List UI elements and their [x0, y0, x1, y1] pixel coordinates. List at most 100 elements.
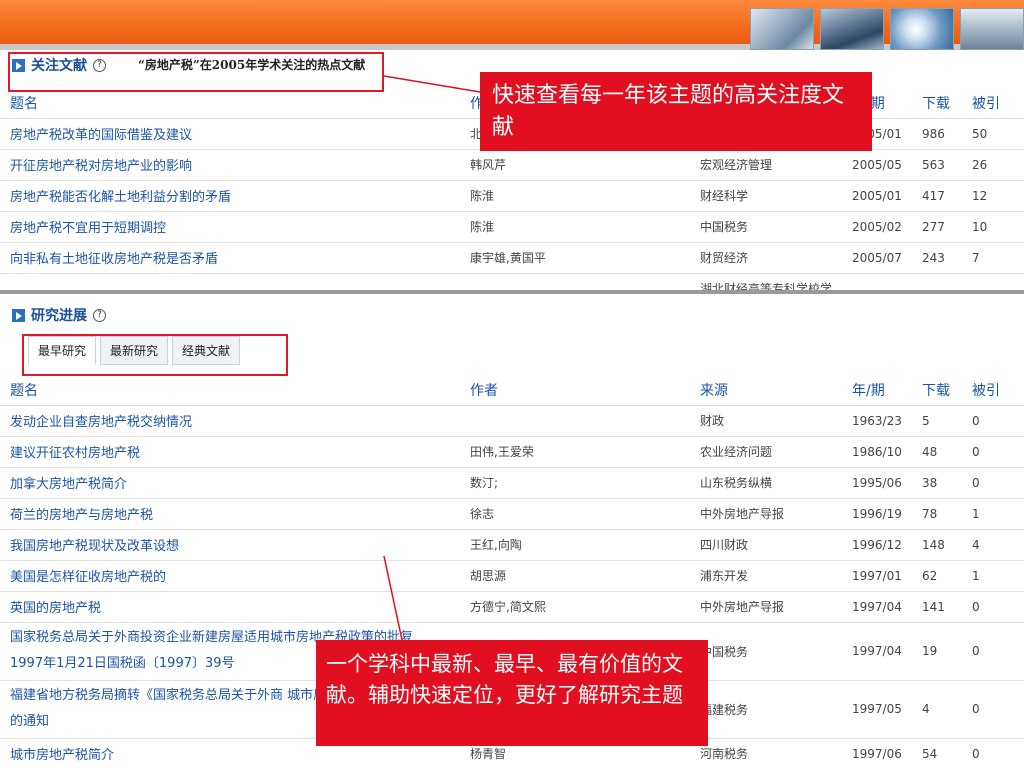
article-source[interactable]: 山东税务纵横: [690, 467, 842, 499]
article-author[interactable]: [460, 405, 690, 437]
article-downloads: 277: [912, 211, 962, 243]
help-icon[interactable]: ?: [93, 308, 106, 322]
article-date: 1997/04: [842, 591, 912, 623]
highlight-box-tabs: [22, 334, 288, 376]
article-author[interactable]: [460, 273, 690, 290]
article-title-link[interactable]: 发动企业自查房地产税交纳情况: [0, 405, 460, 437]
article-downloads: 4: [912, 680, 962, 739]
table-row: 发动企业自查房地产税交纳情况 财政 1963/23 5 0: [0, 405, 1024, 437]
article-date: 1997/04: [842, 622, 912, 681]
article-source[interactable]: 四川财政: [690, 529, 842, 561]
article-title-link[interactable]: 英国的房地产税: [0, 591, 460, 623]
article-title-link[interactable]: 建议开征农村房地产税: [0, 436, 460, 468]
article-author[interactable]: 陈淮: [460, 180, 690, 212]
article-title-link[interactable]: 房地产税能否化解土地利益分割的矛盾: [0, 180, 460, 212]
article-citations: 0: [962, 591, 1024, 623]
article-author[interactable]: 韩风芹: [460, 149, 690, 181]
keyboard-photo-thumbnail: [960, 8, 1024, 50]
table-row: 英国的房地产税 方德宁,简文熙 中外房地产导报 1997/04 141 0: [0, 591, 1024, 623]
article-title-link[interactable]: 我国房地产税现状及改革设想: [0, 529, 460, 561]
article-downloads: [912, 273, 962, 290]
article-author[interactable]: 数汀;: [460, 467, 690, 499]
column-header-downloads[interactable]: 下载: [912, 88, 962, 119]
column-header-citations[interactable]: 被引: [962, 375, 1024, 406]
article-author[interactable]: 胡思源: [460, 560, 690, 592]
article-downloads: 19: [912, 622, 962, 681]
table-header-row: 题名 作者 来源 年/期 下载 被引: [0, 375, 1024, 406]
article-source[interactable]: 浦东开发: [690, 560, 842, 592]
article-source[interactable]: 中外房地产导报: [690, 498, 842, 530]
world-map-thumbnail: [890, 8, 954, 50]
article-citations: 12: [962, 180, 1024, 212]
article-title-link[interactable]: 房地产税改革的国际借鉴及建议: [0, 118, 460, 150]
article-date: 1963/23: [842, 405, 912, 437]
table-row: 建议开征农村房地产税 田伟,王爱荣 农业经济问题 1986/10 48 0: [0, 436, 1024, 468]
article-downloads: 54: [912, 738, 962, 768]
article-citations: 26: [962, 149, 1024, 181]
article-author[interactable]: 陈淮: [460, 211, 690, 243]
article-date: 1986/10: [842, 436, 912, 468]
article-date: 1997/06: [842, 738, 912, 768]
article-date: 2005/07: [842, 242, 912, 274]
article-source[interactable]: 福建税务: [690, 680, 842, 739]
article-source[interactable]: 中国税务: [690, 211, 842, 243]
article-citations: 7: [962, 242, 1024, 274]
column-header-author[interactable]: 作者: [460, 375, 690, 406]
article-author[interactable]: 田伟,王爱荣: [460, 436, 690, 468]
article-title-link[interactable]: 美国是怎样征收房地产税的: [0, 560, 460, 592]
play-icon: [12, 308, 25, 322]
article-source[interactable]: 财经科学: [690, 180, 842, 212]
callout-hot-literature: 快速查看每一年该主题的高关注度文献: [480, 72, 872, 151]
article-title-link[interactable]: 向非私有土地征收房地产税是否矛盾: [0, 242, 460, 274]
column-header-downloads[interactable]: 下载: [912, 375, 962, 406]
table-row: 湖北财经高等专科学校学: [0, 273, 1024, 290]
article-date: 2005/02: [842, 211, 912, 243]
article-date: 1995/06: [842, 467, 912, 499]
article-title-link[interactable]: 房地产税不宜用于短期调控: [0, 211, 460, 243]
article-citations: 0: [962, 622, 1024, 681]
article-citations: 0: [962, 436, 1024, 468]
article-source[interactable]: 财贸经济: [690, 242, 842, 274]
research-progress-title: 研究进展: [31, 308, 87, 324]
article-author[interactable]: 康宇雄,黄国平: [460, 242, 690, 274]
article-source[interactable]: 财政: [690, 405, 842, 437]
column-header-title[interactable]: 题名: [0, 88, 460, 119]
article-date: 1997/05: [842, 680, 912, 739]
article-source[interactable]: 中外房地产导报: [690, 591, 842, 623]
banner-thumbnails: [750, 8, 1024, 50]
article-source[interactable]: 农业经济问题: [690, 436, 842, 468]
article-citations: 1: [962, 498, 1024, 530]
article-date: [842, 273, 912, 290]
article-title-link[interactable]: 开征房地产税对房地产业的影响: [0, 149, 460, 181]
article-citations: 0: [962, 405, 1024, 437]
column-header-title[interactable]: 题名: [0, 375, 460, 406]
article-downloads: 148: [912, 529, 962, 561]
article-date: 1996/19: [842, 498, 912, 530]
article-downloads: 563: [912, 149, 962, 181]
column-header-source[interactable]: 来源: [690, 375, 842, 406]
table-row: 开征房地产税对房地产业的影响 韩风芹 宏观经济管理 2005/05 563 26: [0, 149, 1024, 181]
table-row: 我国房地产税现状及改革设想 王红,向陶 四川财政 1996/12 148 4: [0, 529, 1024, 561]
article-citations: 4: [962, 529, 1024, 561]
column-header-date[interactable]: 年/期: [842, 375, 912, 406]
article-title-link[interactable]: 荷兰的房地产与房地产税: [0, 498, 460, 530]
article-source[interactable]: 湖北财经高等专科学校学: [690, 273, 842, 290]
article-citations: [962, 273, 1024, 290]
article-downloads: 5: [912, 405, 962, 437]
article-citations: 0: [962, 467, 1024, 499]
article-source[interactable]: 河南税务: [690, 738, 842, 768]
article-source[interactable]: 中国税务: [690, 622, 842, 681]
article-title-link[interactable]: 加拿大房地产税简介: [0, 467, 460, 499]
article-date: 2005/01: [842, 180, 912, 212]
article-author[interactable]: 王红,向陶: [460, 529, 690, 561]
table-row: 荷兰的房地产与房地产税 徐志 中外房地产导报 1996/19 78 1: [0, 498, 1024, 530]
article-source[interactable]: 宏观经济管理: [690, 149, 842, 181]
article-citations: 0: [962, 680, 1024, 739]
column-header-citations[interactable]: 被引: [962, 88, 1024, 119]
article-downloads: 417: [912, 180, 962, 212]
article-author[interactable]: 方德宁,简文熙: [460, 591, 690, 623]
article-title-link[interactable]: [0, 273, 460, 290]
article-author[interactable]: 徐志: [460, 498, 690, 530]
article-downloads: 62: [912, 560, 962, 592]
table-row: 加拿大房地产税简介 数汀; 山东税务纵横 1995/06 38 0: [0, 467, 1024, 499]
